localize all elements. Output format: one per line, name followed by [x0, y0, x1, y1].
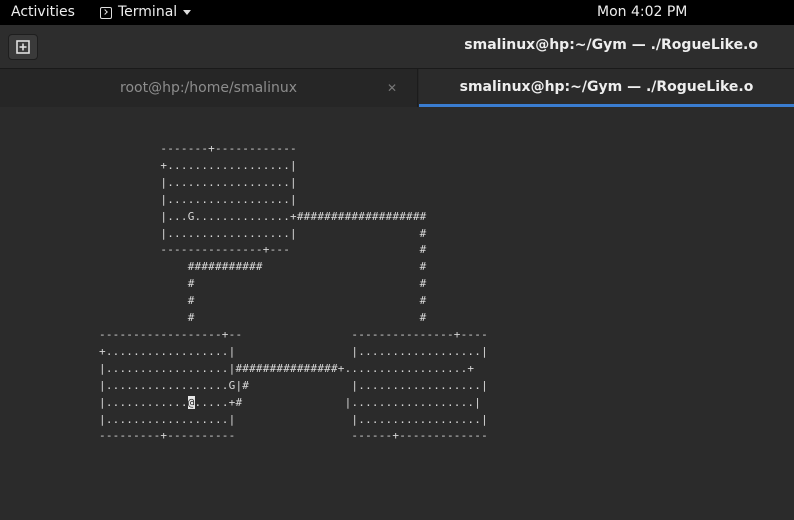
tab-root-shell[interactable]: root@hp:/home/smalinux ✕ [0, 69, 418, 107]
window-title: smalinux@hp:~/Gym — ./RogueLike.o [464, 37, 758, 53]
chevron-down-icon [183, 10, 192, 15]
tab-label: smalinux@hp:~/Gym — ./RogueLike.o [459, 79, 754, 95]
terminal-area[interactable]: -------+------------ +..................… [0, 107, 794, 520]
new-tab-button[interactable] [8, 34, 38, 60]
new-tab-icon [16, 40, 30, 54]
tab-bar: root@hp:/home/smalinux ✕ smalinux@hp:~/G… [0, 69, 794, 107]
player-cursor: @ [187, 395, 195, 409]
gnome-top-bar: Activities Terminal Mon 4:02 PM [0, 0, 794, 25]
tab-label: root@hp:/home/smalinux [120, 80, 297, 96]
app-menu-label: Terminal [118, 4, 178, 20]
activities-button[interactable]: Activities [11, 4, 75, 21]
game-map: -------+------------ +..................… [99, 141, 488, 445]
close-icon[interactable]: ✕ [386, 69, 398, 107]
map-text-before-cursor: -------+------------ +..................… [99, 142, 488, 409]
tab-roguelike[interactable]: smalinux@hp:~/Gym — ./RogueLike.o [419, 69, 794, 107]
window-header-bar: smalinux@hp:~/Gym — ./RogueLike.o [0, 25, 794, 69]
clock[interactable]: Mon 4:02 PM [597, 4, 687, 21]
terminal-icon [100, 6, 112, 19]
app-menu-button[interactable]: Terminal [100, 4, 192, 21]
